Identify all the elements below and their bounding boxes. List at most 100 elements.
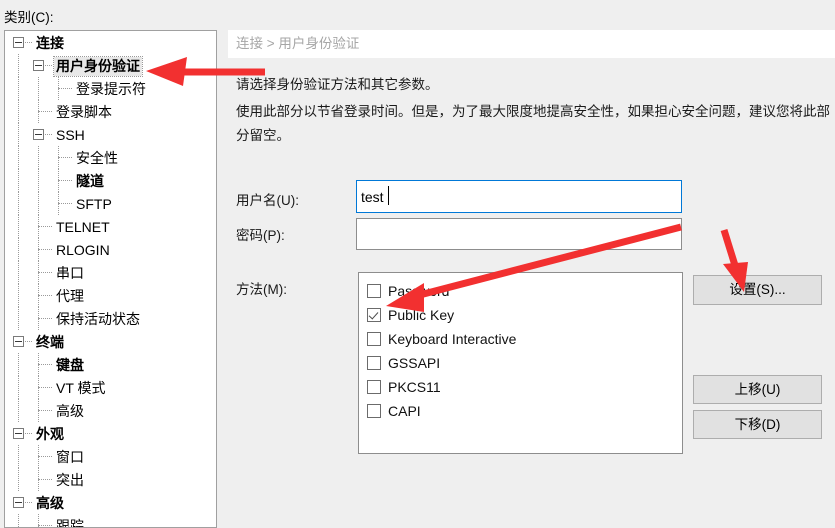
method-list-item[interactable]: PKCS11 [367,375,682,399]
method-label: 方法(M): [236,282,287,297]
tree-item-label: SSH [56,126,85,143]
checkbox-unchecked-icon[interactable] [367,404,381,418]
description-line-1: 请选择身份验证方法和其它参数。 [236,77,439,92]
method-list-item[interactable]: CAPI [367,399,682,423]
tree-item[interactable]: 安全性 [5,146,216,169]
tree-connector-line [18,353,19,376]
tree-item[interactable]: 连接 [5,31,216,54]
tree-item-label: 外观 [36,425,64,442]
tree-connector-line [18,77,19,100]
tree-connector-dash [58,88,72,89]
method-list-item[interactable]: GSSAPI [367,351,682,375]
tree-item-label: 登录脚本 [56,103,112,120]
username-label: 用户名(U): [236,193,299,208]
tree-connector-line [18,399,19,422]
tree-connector-dash [38,456,52,457]
tree-connector-dash [45,134,52,135]
tree-item-label: 窗口 [56,448,84,465]
tree-collapse-toggle[interactable] [33,129,44,140]
tree-connector-dash [58,203,72,204]
tree-item-label: 隧道 [76,172,104,189]
tree-connector-dash [25,502,32,503]
move-up-button[interactable]: 上移(U) [693,375,822,404]
tree-item[interactable]: VT 模式 [5,376,216,399]
tree-item-label: 安全性 [76,149,118,166]
checkbox-unchecked-icon[interactable] [367,380,381,394]
tree-connector-line [18,514,19,527]
description-line-2: 使用此部分以节省登录时间。但是，为了最大限度地提高安全性，如果担心安全问题，建议… [236,104,830,143]
method-label: Public Key [388,307,455,323]
tree-item[interactable]: 外观 [5,422,216,445]
category-label: 类别(C): [4,10,54,25]
tree-item[interactable]: 跟踪 [5,514,216,528]
tree-connector-dash [25,341,32,342]
tree-item[interactable]: 突出 [5,468,216,491]
tree-item[interactable]: 用户身份验证 [5,54,216,77]
tree-item[interactable]: 串口 [5,261,216,284]
method-list-item[interactable]: Keyboard Interactive [367,327,682,351]
tree-connector-line [18,100,19,123]
method-list-item[interactable]: Password [367,279,682,303]
tree-connector-dash [38,479,52,480]
tree-collapse-toggle[interactable] [13,428,24,439]
tree-connector-line [38,192,39,215]
tree-item[interactable]: 隧道 [5,169,216,192]
tree-collapse-toggle[interactable] [13,37,24,48]
tree-item[interactable]: 登录脚本 [5,100,216,123]
method-list-item[interactable]: Public Key [367,303,682,327]
tree-connector-line [18,169,19,192]
method-label: Password [388,283,450,299]
tree-item[interactable]: 保持活动状态 [5,307,216,330]
tree-item[interactable]: 高级 [5,491,216,514]
password-input[interactable] [356,218,682,250]
tree-connector-line [18,376,19,399]
method-label: CAPI [388,403,421,419]
tree-item[interactable]: 代理 [5,284,216,307]
tree-connector-dash [45,65,52,66]
tree-collapse-toggle[interactable] [13,336,24,347]
tree-item[interactable]: 终端 [5,330,216,353]
tree-connector-dash [38,318,52,319]
tree-connector-line [18,445,19,468]
tree-item[interactable]: 登录提示符 [5,77,216,100]
tree-connector-line [18,468,19,491]
checkbox-unchecked-icon[interactable] [367,356,381,370]
tree-item-label: RLOGIN [56,241,110,258]
tree-item[interactable]: SSH [5,123,216,146]
tree-item-label: 高级 [56,402,84,419]
tree-item[interactable]: TELNET [5,215,216,238]
tree-collapse-toggle[interactable] [33,60,44,71]
category-tree[interactable]: 连接 用户身份验证 登录提示符登录脚本 SSH 安全性隧道 SFTP TELNET RLOGI… [4,30,217,528]
tree-item[interactable]: 窗口 [5,445,216,468]
tree-item-label: 跟踪 [56,517,84,528]
tree-item-label: 保持活动状态 [56,310,140,327]
tree-collapse-toggle[interactable] [13,497,24,508]
tree-item-label: TELNET [56,218,110,235]
tree-connector-dash [58,157,72,158]
tree-connector-line [18,123,19,146]
tree-connector-line [18,238,19,261]
tree-item-label: 代理 [56,287,84,304]
tree-connector-line [18,146,19,169]
text-caret [388,186,389,205]
method-label: Keyboard Interactive [388,331,517,347]
checkbox-unchecked-icon[interactable] [367,332,381,346]
tree-connector-dash [38,249,52,250]
tree-connector-line [18,261,19,284]
tree-connector-line [18,307,19,330]
settings-button[interactable]: 设置(S)... [693,275,822,305]
username-input[interactable] [356,180,682,213]
tree-connector-dash [38,364,52,365]
tree-connector-dash [38,111,52,112]
move-down-button[interactable]: 下移(D) [693,410,822,439]
method-list[interactable]: Password Public Key Keyboard Interactive GS… [358,272,683,454]
tree-connector-line [38,77,39,100]
tree-item[interactable]: RLOGIN [5,238,216,261]
checkbox-unchecked-icon[interactable] [367,284,381,298]
breadcrumb: 连接 > 用户身份验证 [228,30,835,58]
tree-item[interactable]: 键盘 [5,353,216,376]
tree-item[interactable]: SFTP [5,192,216,215]
tree-connector-line [18,215,19,238]
checkbox-checked-icon[interactable] [367,308,381,322]
tree-item[interactable]: 高级 [5,399,216,422]
